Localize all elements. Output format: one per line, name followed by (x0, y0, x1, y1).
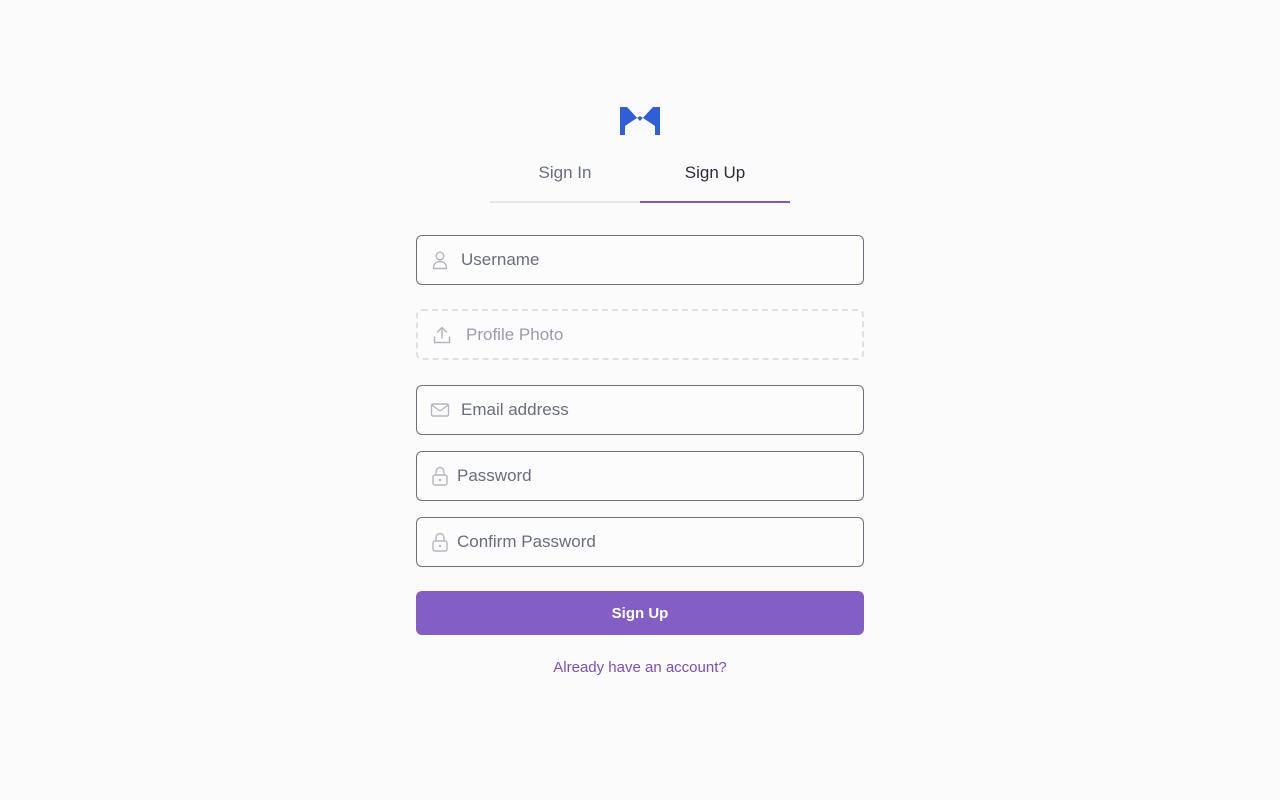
lock-icon (432, 532, 448, 552)
password-input[interactable] (457, 452, 863, 500)
user-icon (432, 251, 448, 270)
auth-tabs: Sign In Sign Up (490, 150, 790, 203)
email-input[interactable] (461, 386, 863, 434)
tab-sign-in[interactable]: Sign In (490, 150, 640, 203)
profile-photo-label: Profile Photo (466, 324, 564, 344)
email-field[interactable] (416, 385, 864, 435)
lock-icon (432, 466, 448, 486)
upload-icon (433, 326, 451, 343)
mail-icon (430, 403, 450, 417)
tab-sign-up[interactable]: Sign Up (640, 150, 790, 203)
already-have-account-link[interactable]: Already have an account? (0, 659, 1280, 676)
sign-up-button[interactable]: Sign Up (416, 591, 864, 635)
confirm-password-field[interactable] (416, 517, 864, 567)
password-field[interactable] (416, 451, 864, 501)
confirm-password-input[interactable] (457, 518, 863, 566)
brand-logo-icon (620, 107, 660, 135)
username-input[interactable] (461, 236, 863, 284)
signup-page: Sign In Sign Up Profile Photo (0, 0, 1280, 800)
username-field[interactable] (416, 235, 864, 285)
profile-photo-upload[interactable]: Profile Photo (416, 309, 864, 360)
